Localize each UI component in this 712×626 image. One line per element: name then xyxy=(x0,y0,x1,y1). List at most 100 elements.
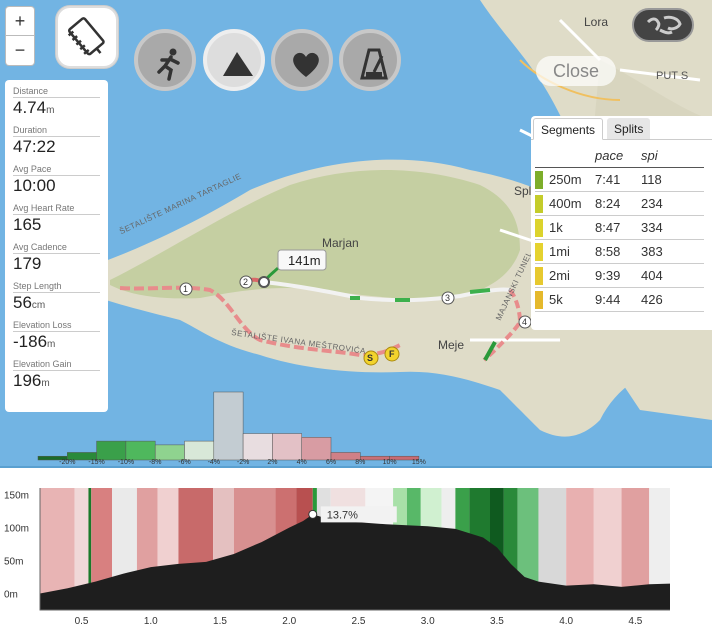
mountain-icon xyxy=(223,52,253,76)
stat-label: Avg Heart Rate xyxy=(13,203,100,215)
elevation-x-tick: 2.5 xyxy=(352,616,366,626)
elevation-y-tick: 100m xyxy=(4,524,29,535)
histogram-tick-label: -10% xyxy=(118,459,134,466)
segment-color-swatch xyxy=(535,194,543,213)
stat-value: 179 xyxy=(13,254,100,277)
segment-name: 400m xyxy=(549,196,582,211)
route-marker-1[interactable]: 1 xyxy=(183,284,188,294)
stat-label: Duration xyxy=(13,125,100,137)
finish-marker[interactable]: F xyxy=(389,349,395,359)
segment-spi: 426 xyxy=(641,292,663,307)
stat-label: Distance xyxy=(13,86,100,98)
mode-cadence-button[interactable] xyxy=(339,29,401,91)
stat-label: Elevation Loss xyxy=(13,320,100,332)
segment-spi: 383 xyxy=(641,244,663,259)
start-marker[interactable]: S xyxy=(367,353,373,363)
segments-panel: Segments Splits pace spi 250m 7:41 118 400m… xyxy=(531,116,712,330)
zoom-in-button[interactable]: + xyxy=(5,6,35,36)
tab-segments[interactable]: Segments xyxy=(533,118,604,140)
segment-color-swatch xyxy=(535,218,543,237)
elevation-x-tick: 4.5 xyxy=(628,616,642,626)
segment-pace: 9:44 xyxy=(595,292,621,307)
segment-spi: 118 xyxy=(641,172,662,187)
histogram-bar xyxy=(213,391,244,461)
segment-name: 250m xyxy=(549,172,582,187)
stat-number: 10:00 xyxy=(13,176,56,195)
stat-number: 47:22 xyxy=(13,137,56,156)
map-label-meje: Meje xyxy=(438,338,465,352)
segment-color-swatch xyxy=(535,170,543,189)
map-label-puts: PUT S xyxy=(656,70,689,82)
stat-number: 165 xyxy=(13,215,42,234)
tab-splits[interactable]: Splits xyxy=(607,118,651,139)
elevation-cursor[interactable] xyxy=(308,509,318,519)
segment-name: 1k xyxy=(549,220,563,235)
segment-color-swatch xyxy=(535,242,543,261)
stat-number: 56 xyxy=(13,293,32,312)
segment-name: 5k xyxy=(549,292,563,307)
stat-item: Avg Cadence 179 xyxy=(13,242,100,277)
stat-label: Avg Pace xyxy=(13,164,100,176)
segment-pace: 7:41 xyxy=(595,172,621,187)
histogram-tick-label: 8% xyxy=(355,459,365,466)
elevation-x-tick: 3.5 xyxy=(490,616,504,626)
route-marker-3[interactable]: 3 xyxy=(445,293,450,303)
elevation-y-tick: 50m xyxy=(4,557,23,568)
histogram-bar xyxy=(301,437,332,461)
stat-item: Distance 4.74m xyxy=(13,86,100,121)
segment-row[interactable]: 1mi 8:58 383 xyxy=(535,240,704,264)
route-marker-2[interactable]: 2 xyxy=(243,277,248,287)
stat-label: Step Length xyxy=(13,281,100,293)
segment-pace: 8:24 xyxy=(595,196,621,211)
stat-item: Duration 47:22 xyxy=(13,125,100,160)
histogram-tick-label: 4% xyxy=(297,459,307,466)
segment-name: 1mi xyxy=(549,244,570,259)
header-pace: pace xyxy=(595,148,624,163)
segment-name: 2mi xyxy=(549,268,570,283)
histogram-bar xyxy=(154,444,185,461)
segment-row[interactable]: 400m 8:24 234 xyxy=(535,192,704,216)
elevation-x-tick: 1.0 xyxy=(144,616,158,626)
stat-value: 47:22 xyxy=(13,137,100,160)
segment-row[interactable]: 250m 7:41 118 xyxy=(535,168,704,192)
header-spi: spi xyxy=(641,148,658,163)
elevation-chart[interactable]: 150m 100m 50m 0m 0.5 1.0 1.5 2.0 2.5 3.0 3.5 4.0 4.5… xyxy=(0,466,712,626)
map-style-button[interactable] xyxy=(632,8,694,42)
stat-number: 4.74 xyxy=(13,98,47,117)
stat-item: Elevation Loss -186m xyxy=(13,320,100,355)
stat-label: Avg Cadence xyxy=(13,242,100,254)
histogram-tick-label: -8% xyxy=(149,459,161,466)
histogram-tick-label: -20% xyxy=(59,459,75,466)
stat-value: 56cm xyxy=(13,293,100,316)
stats-panel: Distance 4.74m Duration 47:22 Avg Pace 10:00 A… xyxy=(5,80,108,412)
runner-icon xyxy=(157,48,180,81)
stat-item: Avg Heart Rate 165 xyxy=(13,203,100,238)
close-button[interactable]: Close xyxy=(536,56,616,86)
segment-row[interactable]: 2mi 9:39 404 xyxy=(535,264,704,288)
segments-header: pace spi xyxy=(535,140,704,168)
histogram-bar xyxy=(242,433,273,461)
segment-pace: 8:58 xyxy=(595,244,621,259)
elevation-callout: 141m xyxy=(288,253,321,268)
histogram-tick-label: -2% xyxy=(237,459,249,466)
segments-tabs: Segments Splits xyxy=(531,116,712,140)
histogram-tick-label: -4% xyxy=(208,459,220,466)
segment-row[interactable]: 1k 8:47 334 xyxy=(535,216,704,240)
histogram-tick-label: 15% xyxy=(412,459,426,466)
route-marker-4[interactable]: 4 xyxy=(522,317,527,327)
mode-heartrate-button[interactable] xyxy=(271,29,333,91)
segment-color-swatch xyxy=(535,266,543,285)
segments-rows: 250m 7:41 118 400m 8:24 234 1k 8:47 334 1mi 8:58 38… xyxy=(531,168,712,312)
segment-row[interactable]: 5k 9:44 426 xyxy=(535,288,704,312)
mode-elevation-button[interactable] xyxy=(203,29,265,91)
stat-number: 179 xyxy=(13,254,42,273)
notebook-button[interactable] xyxy=(56,6,118,68)
stat-label: Elevation Gain xyxy=(13,359,100,371)
segment-color-swatch xyxy=(535,290,543,309)
grade-histogram: -20% -15% -10% -8% -6% -4% -2% 2% 4% 6% 8% 10% 15% xyxy=(37,391,426,466)
mode-pace-button[interactable] xyxy=(134,29,196,91)
cursor-grade-label: 13.7% xyxy=(327,509,358,521)
stat-number: -186 xyxy=(13,332,48,351)
zoom-out-button[interactable]: − xyxy=(5,36,35,66)
stat-unit: m xyxy=(47,339,56,350)
